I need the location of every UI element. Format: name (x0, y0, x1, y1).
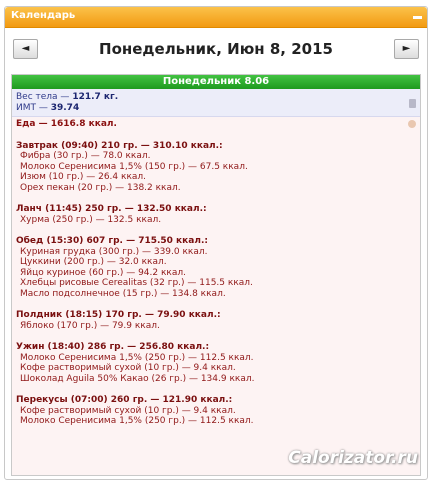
food-item: Фибра (30 гр.) — 78.0 ккал. (20, 151, 151, 161)
minimize-icon[interactable] (413, 16, 422, 19)
food-item: Кофе растворимый сухой (10 гр.) — 9.4 кк… (20, 405, 236, 416)
food-item: Яблоко (170 гр.) — 79.9 ккал. (20, 320, 160, 331)
food-item: Шоколад Aguila 50% Какао (26 гр.) — 134.… (20, 373, 255, 384)
hand-icon[interactable] (408, 120, 416, 128)
meal-title: Ужин (18:40) 286 гр. — 256.80 ккал.: (16, 342, 210, 352)
body-stats: Вес тела — 121.7 кг. ИМТ — 39.74 (12, 89, 420, 117)
food-item: Молоко Серенисима 1,5% (250 гр.) — 112.5… (20, 416, 254, 426)
current-date: Понедельник, Июн 8, 2015 (99, 40, 333, 58)
calendar-widget: Календарь ◄ Понедельник, Июн 8, 2015 ► П… (4, 6, 428, 480)
food-item: Изюм (10 гр.) — 26.4 ккал. (20, 172, 147, 182)
weight-value: 121.7 кг. (72, 92, 119, 102)
meal-title: Обед (15:30) 607 гр. — 715.50 ккал.: (16, 236, 208, 246)
date-navigation: ◄ Понедельник, Июн 8, 2015 ► (5, 28, 427, 74)
weight-row: Вес тела — 121.7 кг. (16, 92, 420, 103)
food-item: Яйцо куриное (60 гр.) — 94.2 ккал. (20, 267, 186, 278)
watermark: Calorizator.ru (288, 448, 418, 468)
meal-title: Завтрак (09:40) 210 гр. — 310.10 ккал.: (16, 140, 223, 151)
day-header: Понедельник 8.06 (12, 75, 420, 89)
bmi-value: 39.74 (50, 103, 80, 113)
food-total: Еда — 1616.8 ккал. (16, 119, 117, 129)
food-item: Орех пекан (20 гр.) — 138.2 ккал. (20, 182, 181, 193)
food-item: Хурма (250 гр.) — 132.5 ккал. (20, 214, 162, 225)
food-item: Куриная грудка (300 гр.) — 339.0 ккал. (20, 246, 208, 257)
food-item: Кофе растворимый сухой (10 гр.) — 9.4 кк… (20, 363, 236, 373)
food-item: Хлебцы рисовые Cerealitas (32 гр.) — 115… (20, 278, 253, 288)
trash-icon[interactable] (409, 99, 416, 108)
food-item: Молоко Серенисима 1,5% (150 гр.) — 67.5 … (20, 161, 248, 172)
food-item: Молоко Серенисима 1,5% (250 гр.) — 112.5… (20, 352, 254, 363)
meal-title: Перекусы (07:00) 260 гр. — 121.90 ккал.: (16, 395, 233, 405)
widget-titlebar: Календарь (5, 7, 427, 28)
prev-day-button[interactable]: ◄ (13, 39, 38, 59)
widget-title: Календарь (11, 10, 76, 21)
meal-title: Ланч (11:45) 250 гр. — 132.50 ккал.: (16, 204, 207, 214)
bmi-row: ИМТ — 39.74 (16, 103, 420, 114)
food-log: Еда — 1616.8 ккал. Завтрак (09:40) 210 г… (12, 117, 420, 427)
weight-label: Вес тела — (16, 92, 70, 102)
bmi-label: ИМТ — (16, 103, 48, 113)
food-item: Масло подсолнечное (15 гр.) — 134.8 ккал… (20, 288, 226, 299)
meal-title: Полдник (18:15) 170 гр. — 79.90 ккал.: (16, 310, 221, 320)
next-day-button[interactable]: ► (394, 39, 419, 59)
day-panel: Понедельник 8.06 Вес тела — 121.7 кг. ИМ… (11, 74, 421, 476)
food-item: Цуккини (200 гр.) — 32.0 ккал. (20, 257, 167, 267)
